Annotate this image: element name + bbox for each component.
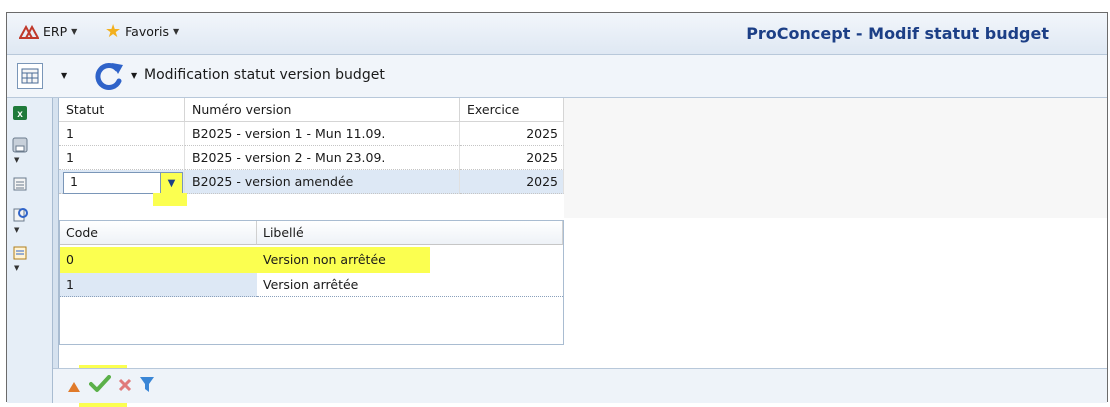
table-cell-statut[interactable]: 1 — [59, 146, 185, 170]
table-cell-statut[interactable]: 1 — [59, 122, 185, 146]
refresh-icon[interactable] — [92, 60, 126, 92]
table-cell-exercice[interactable]: 2025 — [460, 122, 564, 146]
column-header-numero-version[interactable]: Numéro version — [185, 98, 460, 122]
erp-menu[interactable]: ERP ▼ — [19, 24, 77, 39]
table-cell-version[interactable]: B2025 - version 2 - Mun 23.09. — [185, 146, 460, 170]
favorites-menu[interactable]: ★ Favoris ▼ — [105, 20, 180, 42]
table-cell-version[interactable]: B2025 - version 1 - Mun 11.09. — [185, 122, 460, 146]
dropdown-arrow-icon[interactable]: ▼ — [160, 173, 182, 193]
excel-icon[interactable]: x — [11, 104, 29, 122]
list-icon[interactable] — [11, 175, 29, 193]
dropdown-option-code[interactable]: 0 — [60, 247, 257, 273]
chevron-down-icon[interactable]: ▼ — [14, 264, 19, 272]
star-icon: ★ — [105, 20, 122, 42]
erp-label: ERP — [43, 24, 68, 39]
toolbar-title: Modification statut version budget — [144, 67, 385, 83]
action-bar — [53, 368, 1107, 403]
refresh-doc-icon[interactable] — [11, 206, 29, 224]
filter-icon[interactable] — [139, 376, 155, 398]
column-header-exercice[interactable]: Exercice — [460, 98, 564, 122]
column-header-statut[interactable]: Statut — [59, 98, 185, 122]
table-cell-exercice[interactable]: 2025 — [460, 170, 564, 194]
statut-combo-value: 1 — [70, 174, 78, 189]
triangle-up-icon[interactable] — [67, 378, 81, 397]
left-toolbar: x ▼ ▼ ▼ — [7, 98, 53, 403]
title-bar: ERP ▼ ★ Favoris ▼ ProConcept - Modif sta… — [7, 13, 1107, 55]
dropdown-arrow-highlight — [153, 193, 187, 206]
erp-logo-icon — [19, 24, 39, 39]
checkmark-icon[interactable] — [89, 375, 111, 397]
chevron-down-icon: ▼ — [173, 27, 180, 36]
table-cell-exercice[interactable]: 2025 — [460, 146, 564, 170]
dropdown-option-label[interactable]: Version arrêtée — [257, 273, 563, 297]
statut-dropdown-list: Code Libellé 0 Version non arrêtée 1 Ver… — [59, 220, 564, 345]
chevron-down-icon[interactable]: ▼ — [14, 226, 19, 234]
statut-combo-box[interactable]: 1 ▼ — [63, 172, 183, 194]
chevron-down-icon[interactable]: ▼ — [61, 71, 67, 80]
favorites-label: Favoris — [125, 24, 170, 39]
dropdown-option-code[interactable]: 1 — [60, 273, 257, 297]
save-icon[interactable] — [11, 136, 29, 154]
dropdown-header-code: Code — [60, 221, 257, 245]
close-icon[interactable] — [117, 377, 133, 397]
dropdown-header-libelle: Libellé — [257, 221, 563, 245]
grid-view-icon[interactable] — [17, 63, 43, 89]
chevron-down-icon[interactable]: ▼ — [14, 156, 19, 164]
grid-empty-area — [564, 98, 1107, 218]
app-title: ProConcept - Modif statut budget — [746, 24, 1049, 43]
table-cell-version[interactable]: B2025 - version amendée — [185, 170, 460, 194]
app-window: ERP ▼ ★ Favoris ▼ ProConcept - Modif sta… — [6, 12, 1108, 407]
chevron-down-icon: ▼ — [71, 27, 78, 36]
svg-text:x: x — [17, 109, 23, 120]
toolbar: ▼ ▼ Modification statut version budget — [7, 55, 1107, 98]
chevron-down-icon[interactable]: ▼ — [131, 71, 137, 80]
dropdown-option-label[interactable]: Version non arrêtée — [257, 247, 430, 273]
report-icon[interactable] — [11, 244, 29, 262]
